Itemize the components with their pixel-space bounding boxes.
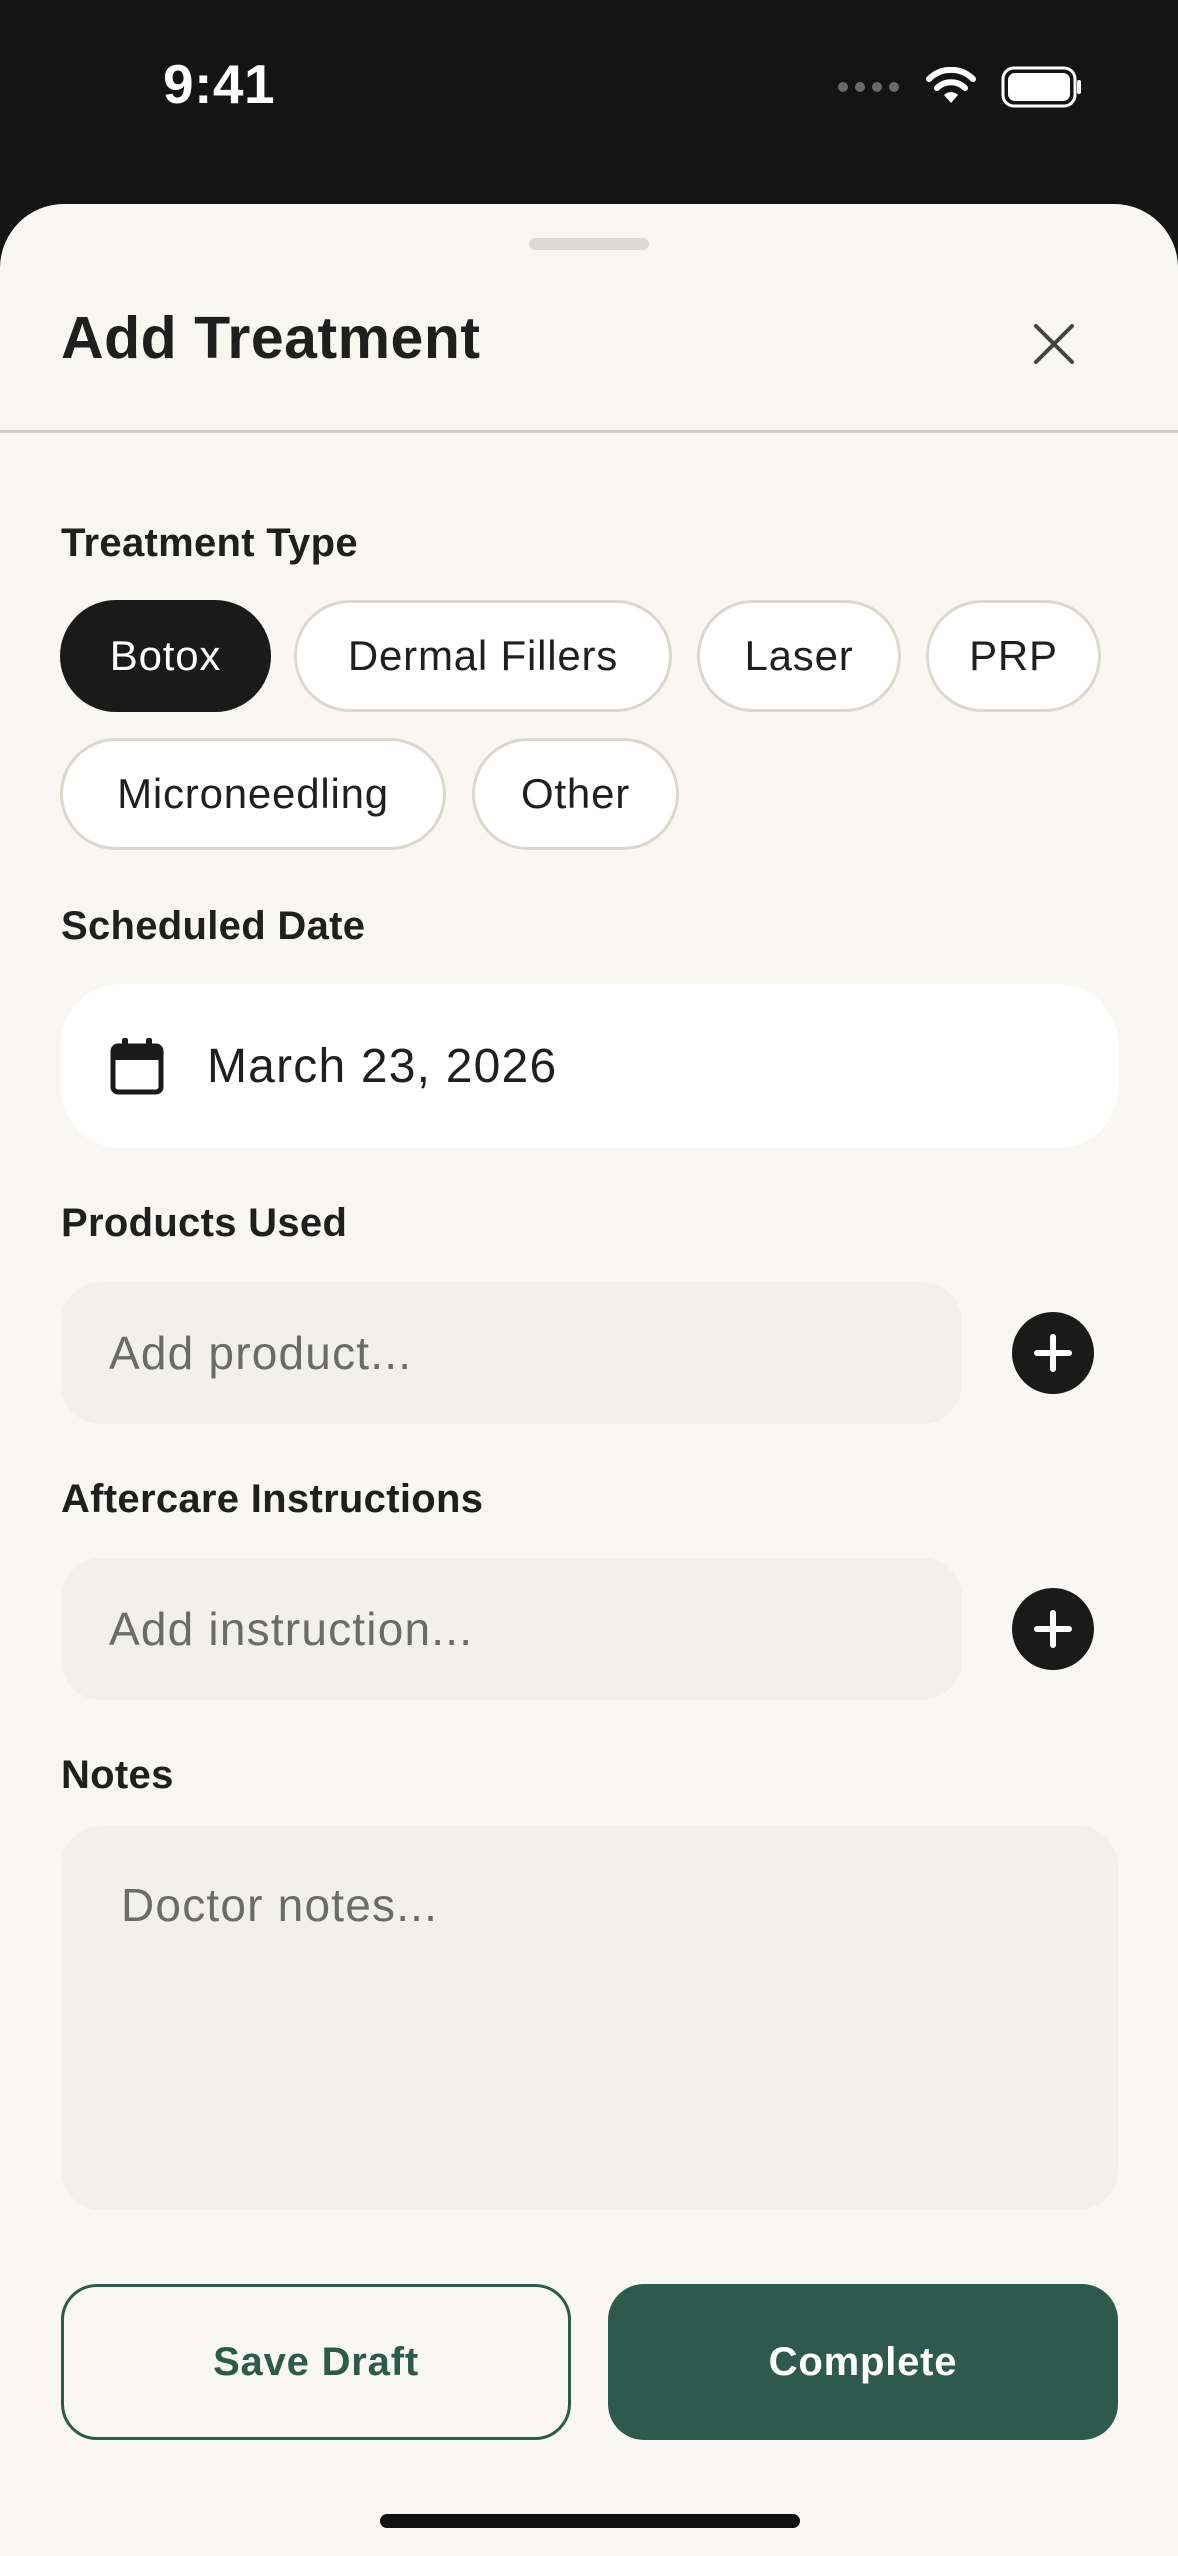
close-button[interactable] — [1018, 308, 1090, 380]
chip-dermal-fillers[interactable]: Dermal Fillers — [294, 600, 672, 712]
treatment-type-label: Treatment Type — [61, 521, 358, 565]
status-icons — [838, 66, 1083, 108]
calendar-icon — [110, 1038, 164, 1095]
product-input[interactable] — [61, 1282, 962, 1424]
plus-icon — [1034, 1334, 1072, 1372]
add-treatment-sheet: Add Treatment Treatment Type Botox Derma… — [0, 204, 1178, 2556]
doctor-notes-textarea[interactable] — [61, 1826, 1118, 2210]
status-bar: 9:41 — [0, 0, 1178, 200]
sheet-grabber[interactable] — [529, 238, 649, 250]
status-time: 9:41 — [163, 53, 276, 115]
chip-botox[interactable]: Botox — [60, 600, 271, 712]
home-indicator — [380, 2514, 800, 2528]
scheduled-date-value: March 23, 2026 — [207, 1039, 558, 1093]
scheduled-date-field[interactable]: March 23, 2026 — [61, 984, 1118, 1148]
sheet-title: Add Treatment — [61, 305, 481, 371]
close-icon — [1034, 324, 1074, 364]
scheduled-date-label: Scheduled Date — [61, 904, 366, 948]
notes-label: Notes — [61, 1753, 174, 1797]
add-product-button[interactable] — [1012, 1312, 1094, 1394]
add-instruction-button[interactable] — [1012, 1588, 1094, 1670]
plus-icon — [1034, 1610, 1072, 1648]
chip-other[interactable]: Other — [472, 738, 679, 850]
header-divider — [0, 430, 1178, 433]
battery-icon — [1001, 66, 1081, 108]
products-used-label: Products Used — [61, 1201, 348, 1245]
aftercare-instructions-label: Aftercare Instructions — [61, 1477, 484, 1521]
chip-laser[interactable]: Laser — [697, 600, 901, 712]
complete-button[interactable]: Complete — [608, 2284, 1118, 2440]
chip-prp[interactable]: PRP — [926, 600, 1101, 712]
cellular-signal-icon — [838, 82, 899, 92]
chip-microneedling[interactable]: Microneedling — [60, 738, 446, 850]
wifi-icon — [926, 67, 976, 103]
save-draft-button[interactable]: Save Draft — [61, 2284, 571, 2440]
instruction-input[interactable] — [61, 1558, 962, 1700]
